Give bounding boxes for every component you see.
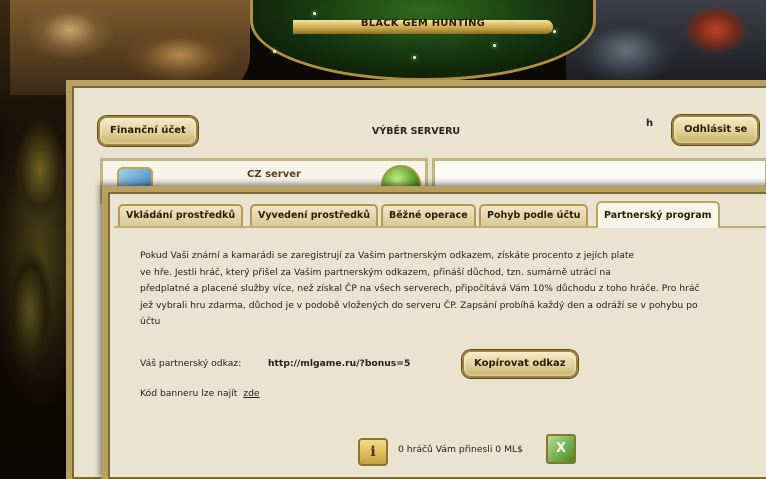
star-icon — [273, 50, 276, 53]
star-icon — [313, 12, 316, 15]
tab-withdraw[interactable]: Vyvedení prostředků — [250, 204, 378, 226]
account-window: Vkládání prostředků Vyvedení prostředků … — [102, 186, 766, 479]
banner-code-label: Kód banneru lze najít — [140, 388, 238, 399]
copy-link-button[interactable]: Kopírovat odkaz — [462, 350, 578, 378]
referral-stats-text: 0 hráčů Vám přinesli 0 ML$ — [398, 444, 523, 455]
tab-deposit[interactable]: Vkládání prostředků — [118, 204, 244, 226]
banner-code-row: Kód banneru lze najít zde — [140, 388, 260, 399]
server-name: CZ server — [247, 169, 301, 180]
partner-link-row: Váš partnerský odkaz: http://mlgame.ru/?… — [140, 350, 740, 384]
excel-export-icon[interactable]: X — [546, 434, 576, 464]
user-name: h — [646, 118, 654, 129]
header-banner: BLACK GEM HUNTING — [250, 0, 596, 81]
tab-account-movement[interactable]: Pohyb podle účtu — [479, 204, 589, 226]
partner-link-url[interactable]: http://mlgame.ru/?bonus=5 — [268, 358, 410, 369]
partner-program-description: Pokud Vaši známí a kamarádi se zaregistr… — [140, 250, 700, 327]
star-icon — [553, 30, 556, 33]
castle-illustration-right — [566, 0, 766, 90]
star-icon — [493, 44, 496, 47]
info-icon[interactable]: i — [358, 438, 388, 466]
star-icon — [413, 56, 416, 59]
tab-common-operations[interactable]: Běžné operace — [381, 204, 476, 226]
finance-account-button[interactable]: Finanční účet — [98, 116, 198, 146]
logout-button[interactable]: Odhlásit se — [672, 115, 760, 145]
tab-partner-program[interactable]: Partnerský program — [596, 201, 720, 228]
banner-code-link[interactable]: zde — [243, 388, 259, 399]
partner-program-content: Pokud Vaši známí a kamarádi se zaregistr… — [140, 248, 766, 331]
banner-title: BLACK GEM HUNTING — [360, 18, 486, 29]
server-select-title: VÝBĚR SERVERU — [372, 126, 461, 137]
partner-link-label: Váš partnerský odkaz: — [140, 358, 242, 369]
